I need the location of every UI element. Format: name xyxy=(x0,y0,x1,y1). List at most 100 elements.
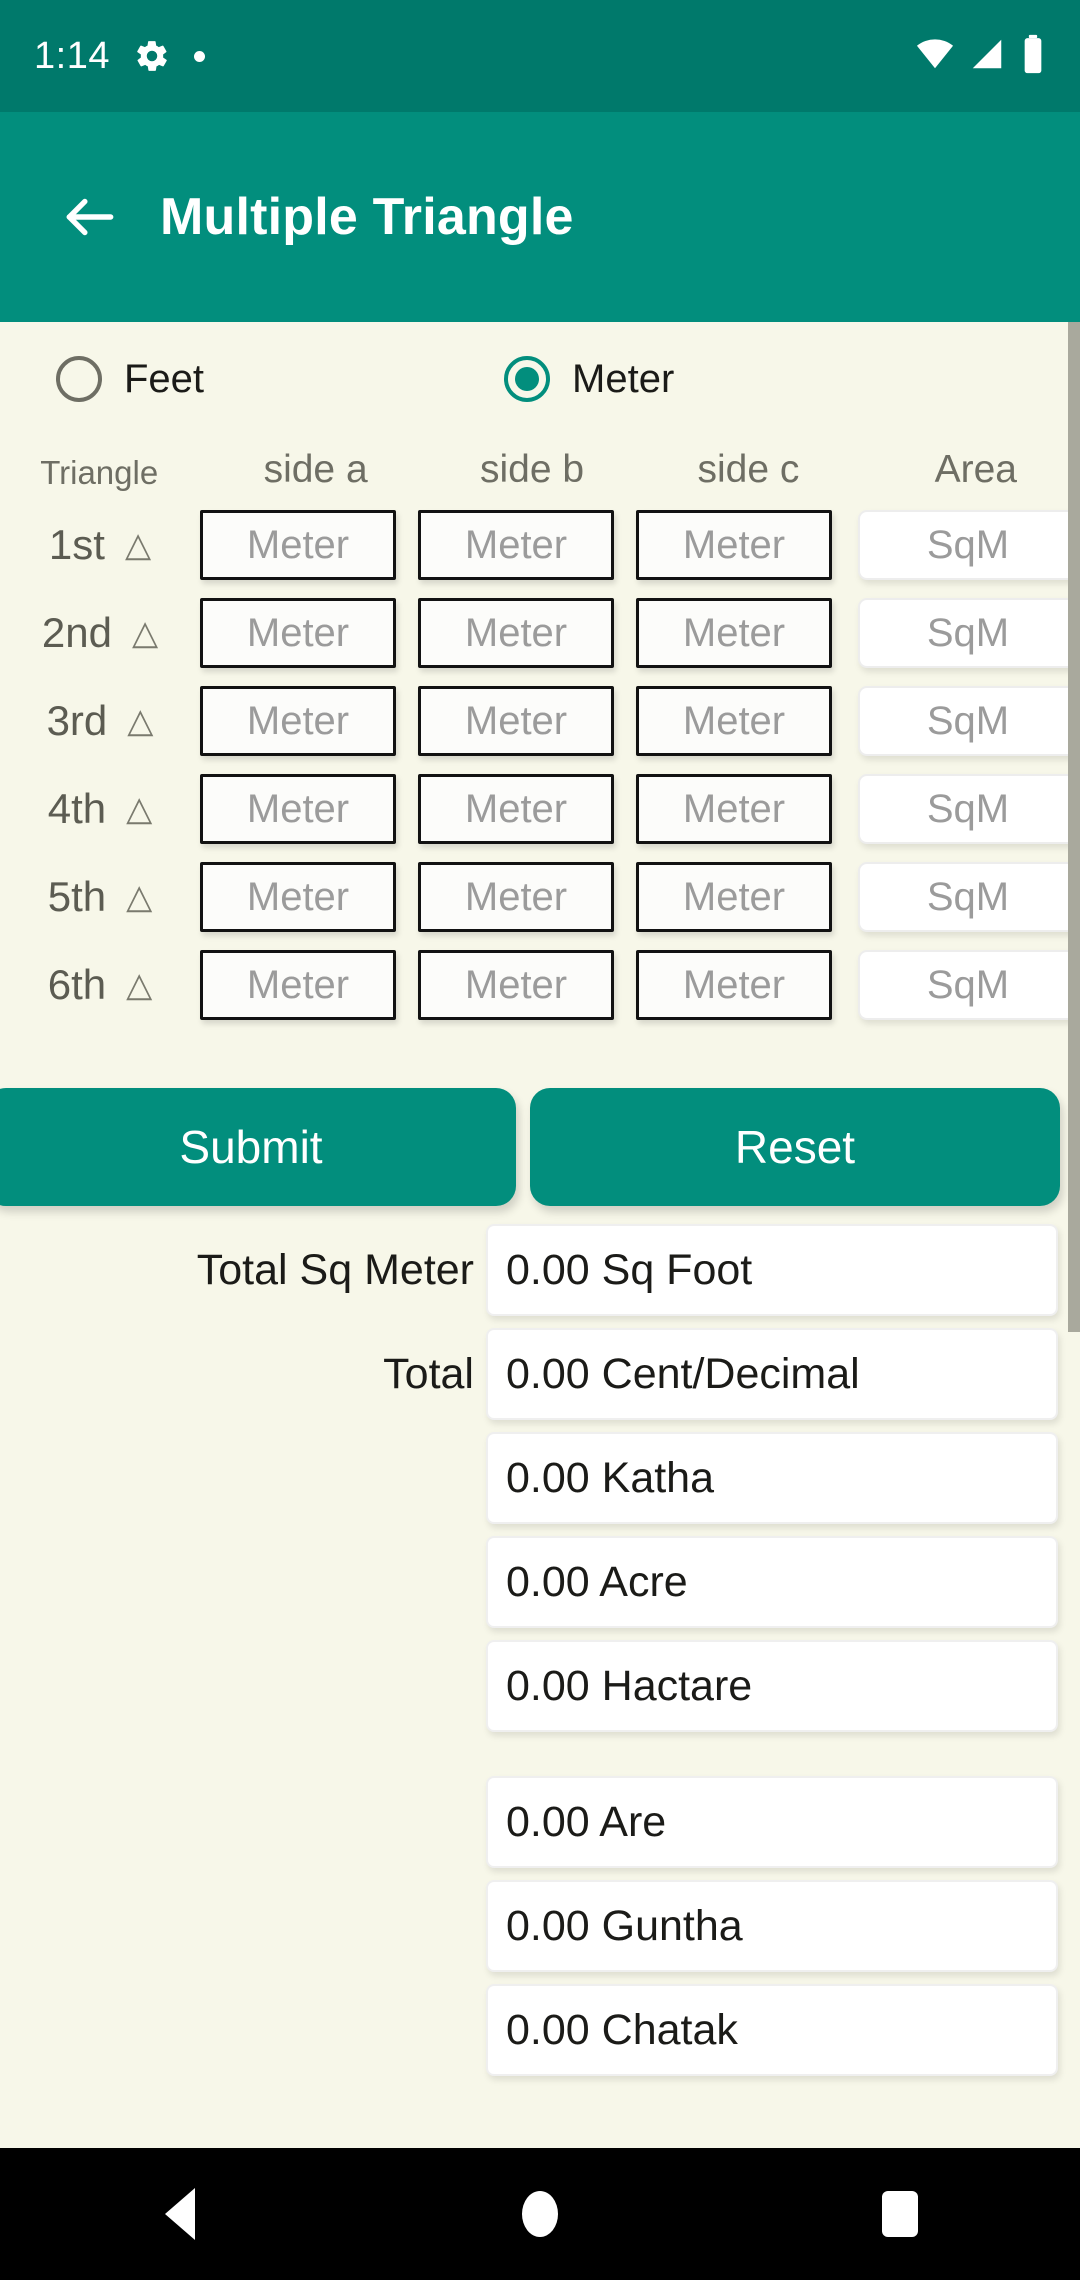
triangle-icon: △ xyxy=(126,966,153,1004)
signal-icon xyxy=(968,35,1006,78)
result-row-hactare: 0.00 Hactare xyxy=(0,1640,1080,1732)
input-side-b-row2[interactable]: Meter xyxy=(418,598,614,668)
input-side-b-row3[interactable]: Meter xyxy=(418,686,614,756)
output-area-row6: SqM xyxy=(858,950,1078,1020)
input-side-a-row6[interactable]: Meter xyxy=(200,950,396,1020)
result-field-chatak: 0.00 Chatak xyxy=(486,1984,1058,2076)
status-time: 1:14 xyxy=(34,34,110,77)
result-row-are: 0.00 Are xyxy=(0,1776,1080,1868)
row-label-1st: 1st △ xyxy=(0,521,200,569)
row-ordinal: 6th xyxy=(47,961,107,1008)
nav-home-button[interactable] xyxy=(480,2154,600,2274)
input-side-b-row4[interactable]: Meter xyxy=(418,774,614,844)
recents-square-icon xyxy=(882,2191,918,2237)
app-bar: Multiple Triangle xyxy=(0,112,1080,322)
nav-back-button[interactable] xyxy=(120,2154,240,2274)
radio-label-meter: Meter xyxy=(572,356,675,401)
input-side-c-row5[interactable]: Meter xyxy=(636,862,832,932)
row-label-4th: 4th △ xyxy=(0,785,200,833)
radio-circle-meter[interactable] xyxy=(504,356,551,402)
status-bar-left: 1:14 xyxy=(34,35,205,78)
back-triangle-icon xyxy=(165,2188,195,2240)
input-side-c-row1[interactable]: Meter xyxy=(636,510,832,580)
input-side-a-row4[interactable]: Meter xyxy=(200,774,396,844)
input-side-b-row6[interactable]: Meter xyxy=(418,950,614,1020)
input-side-b-row5[interactable]: Meter xyxy=(418,862,614,932)
battery-icon xyxy=(1020,34,1046,79)
header-side-b: side b xyxy=(479,448,585,491)
row-label-5th: 5th △ xyxy=(0,873,200,921)
result-field-sq-foot: 0.00 Sq Foot xyxy=(486,1224,1058,1316)
result-field-acre: 0.00 Acre xyxy=(486,1536,1058,1628)
placeholder-text: Meter xyxy=(246,874,350,919)
radio-option-meter[interactable]: Meter xyxy=(504,356,674,402)
placeholder-text: Meter xyxy=(246,786,350,831)
row-ordinal: 5th xyxy=(47,873,107,920)
placeholder-text: SqM xyxy=(926,962,1010,1007)
placeholder-text: Meter xyxy=(464,962,568,1007)
submit-button[interactable]: Submit xyxy=(0,1088,516,1206)
action-button-row: Submit Reset xyxy=(0,1088,1080,1206)
input-side-c-row6[interactable]: Meter xyxy=(636,950,832,1020)
triangle-icon: △ xyxy=(126,790,153,828)
placeholder-text: Meter xyxy=(682,610,786,655)
output-area-row1: SqM xyxy=(858,510,1078,580)
wifi-icon xyxy=(916,35,954,78)
home-circle-icon xyxy=(522,2191,558,2237)
placeholder-text: Meter xyxy=(464,786,568,831)
input-side-b-row1[interactable]: Meter xyxy=(418,510,614,580)
label-total-sq-meter: Total Sq Meter xyxy=(196,1245,474,1294)
input-side-a-row3[interactable]: Meter xyxy=(200,686,396,756)
unit-selector: Feet Meter xyxy=(0,340,1080,418)
radio-circle-feet[interactable] xyxy=(56,356,102,402)
reset-button[interactable]: Reset xyxy=(530,1088,1060,1206)
input-side-c-row4[interactable]: Meter xyxy=(636,774,832,844)
input-side-c-row3[interactable]: Meter xyxy=(636,686,832,756)
table-row: 2nd △ Meter Meter Meter SqM xyxy=(0,598,1080,668)
radio-label-feet: Feet xyxy=(124,356,205,401)
page-title: Multiple Triangle xyxy=(160,188,574,246)
table-row: 6th △ Meter Meter Meter SqM xyxy=(0,950,1080,1020)
header-side-a: side a xyxy=(263,448,368,491)
scroll-content: Feet Meter Triangle side a side b side c… xyxy=(0,322,1080,2148)
placeholder-text: Meter xyxy=(682,522,786,567)
triangle-icon: △ xyxy=(124,526,152,564)
result-field-katha: 0.00 Katha xyxy=(486,1432,1058,1524)
row-ordinal: 1st xyxy=(48,521,105,568)
arrow-left-icon xyxy=(66,198,114,236)
table-header-row: Triangle side a side b side c Area xyxy=(0,430,1080,492)
input-side-a-row2[interactable]: Meter xyxy=(200,598,396,668)
result-row-katha: 0.00 Katha xyxy=(0,1432,1080,1524)
result-row-chatak: 0.00 Chatak xyxy=(0,1984,1080,2076)
row-ordinal: 2nd xyxy=(41,609,112,656)
placeholder-text: Meter xyxy=(682,874,786,919)
result-field-cent-decimal: 0.00 Cent/Decimal xyxy=(486,1328,1058,1420)
output-area-row4: SqM xyxy=(858,774,1078,844)
placeholder-text: Meter xyxy=(464,698,568,743)
placeholder-text: Meter xyxy=(682,698,786,743)
back-button[interactable] xyxy=(44,171,136,263)
input-side-a-row5[interactable]: Meter xyxy=(200,862,396,932)
nav-recents-button[interactable] xyxy=(840,2154,960,2274)
placeholder-text: Meter xyxy=(464,522,568,567)
results-section: Total Sq Meter 0.00 Sq Foot Total 0.00 C… xyxy=(0,1224,1080,2088)
placeholder-text: SqM xyxy=(926,874,1010,919)
placeholder-text: Meter xyxy=(464,874,568,919)
scrollbar-track[interactable] xyxy=(1068,322,1080,2148)
triangle-icon: △ xyxy=(127,702,154,740)
input-side-c-row2[interactable]: Meter xyxy=(636,598,832,668)
placeholder-text: Meter xyxy=(246,610,350,655)
placeholder-text: SqM xyxy=(926,610,1010,655)
placeholder-text: Meter xyxy=(682,962,786,1007)
input-side-a-row1[interactable]: Meter xyxy=(200,510,396,580)
radio-option-feet[interactable]: Feet xyxy=(56,356,204,402)
scrollbar-thumb[interactable] xyxy=(1068,322,1080,1332)
placeholder-text: Meter xyxy=(246,962,350,1007)
header-area: Area xyxy=(934,448,1017,491)
output-area-row3: SqM xyxy=(858,686,1078,756)
placeholder-text: SqM xyxy=(926,522,1010,567)
placeholder-text: SqM xyxy=(926,786,1010,831)
label-total: Total xyxy=(383,1349,474,1398)
triangle-table: Triangle side a side b side c Area 1st △… xyxy=(0,430,1080,1020)
row-ordinal: 3rd xyxy=(46,697,108,744)
